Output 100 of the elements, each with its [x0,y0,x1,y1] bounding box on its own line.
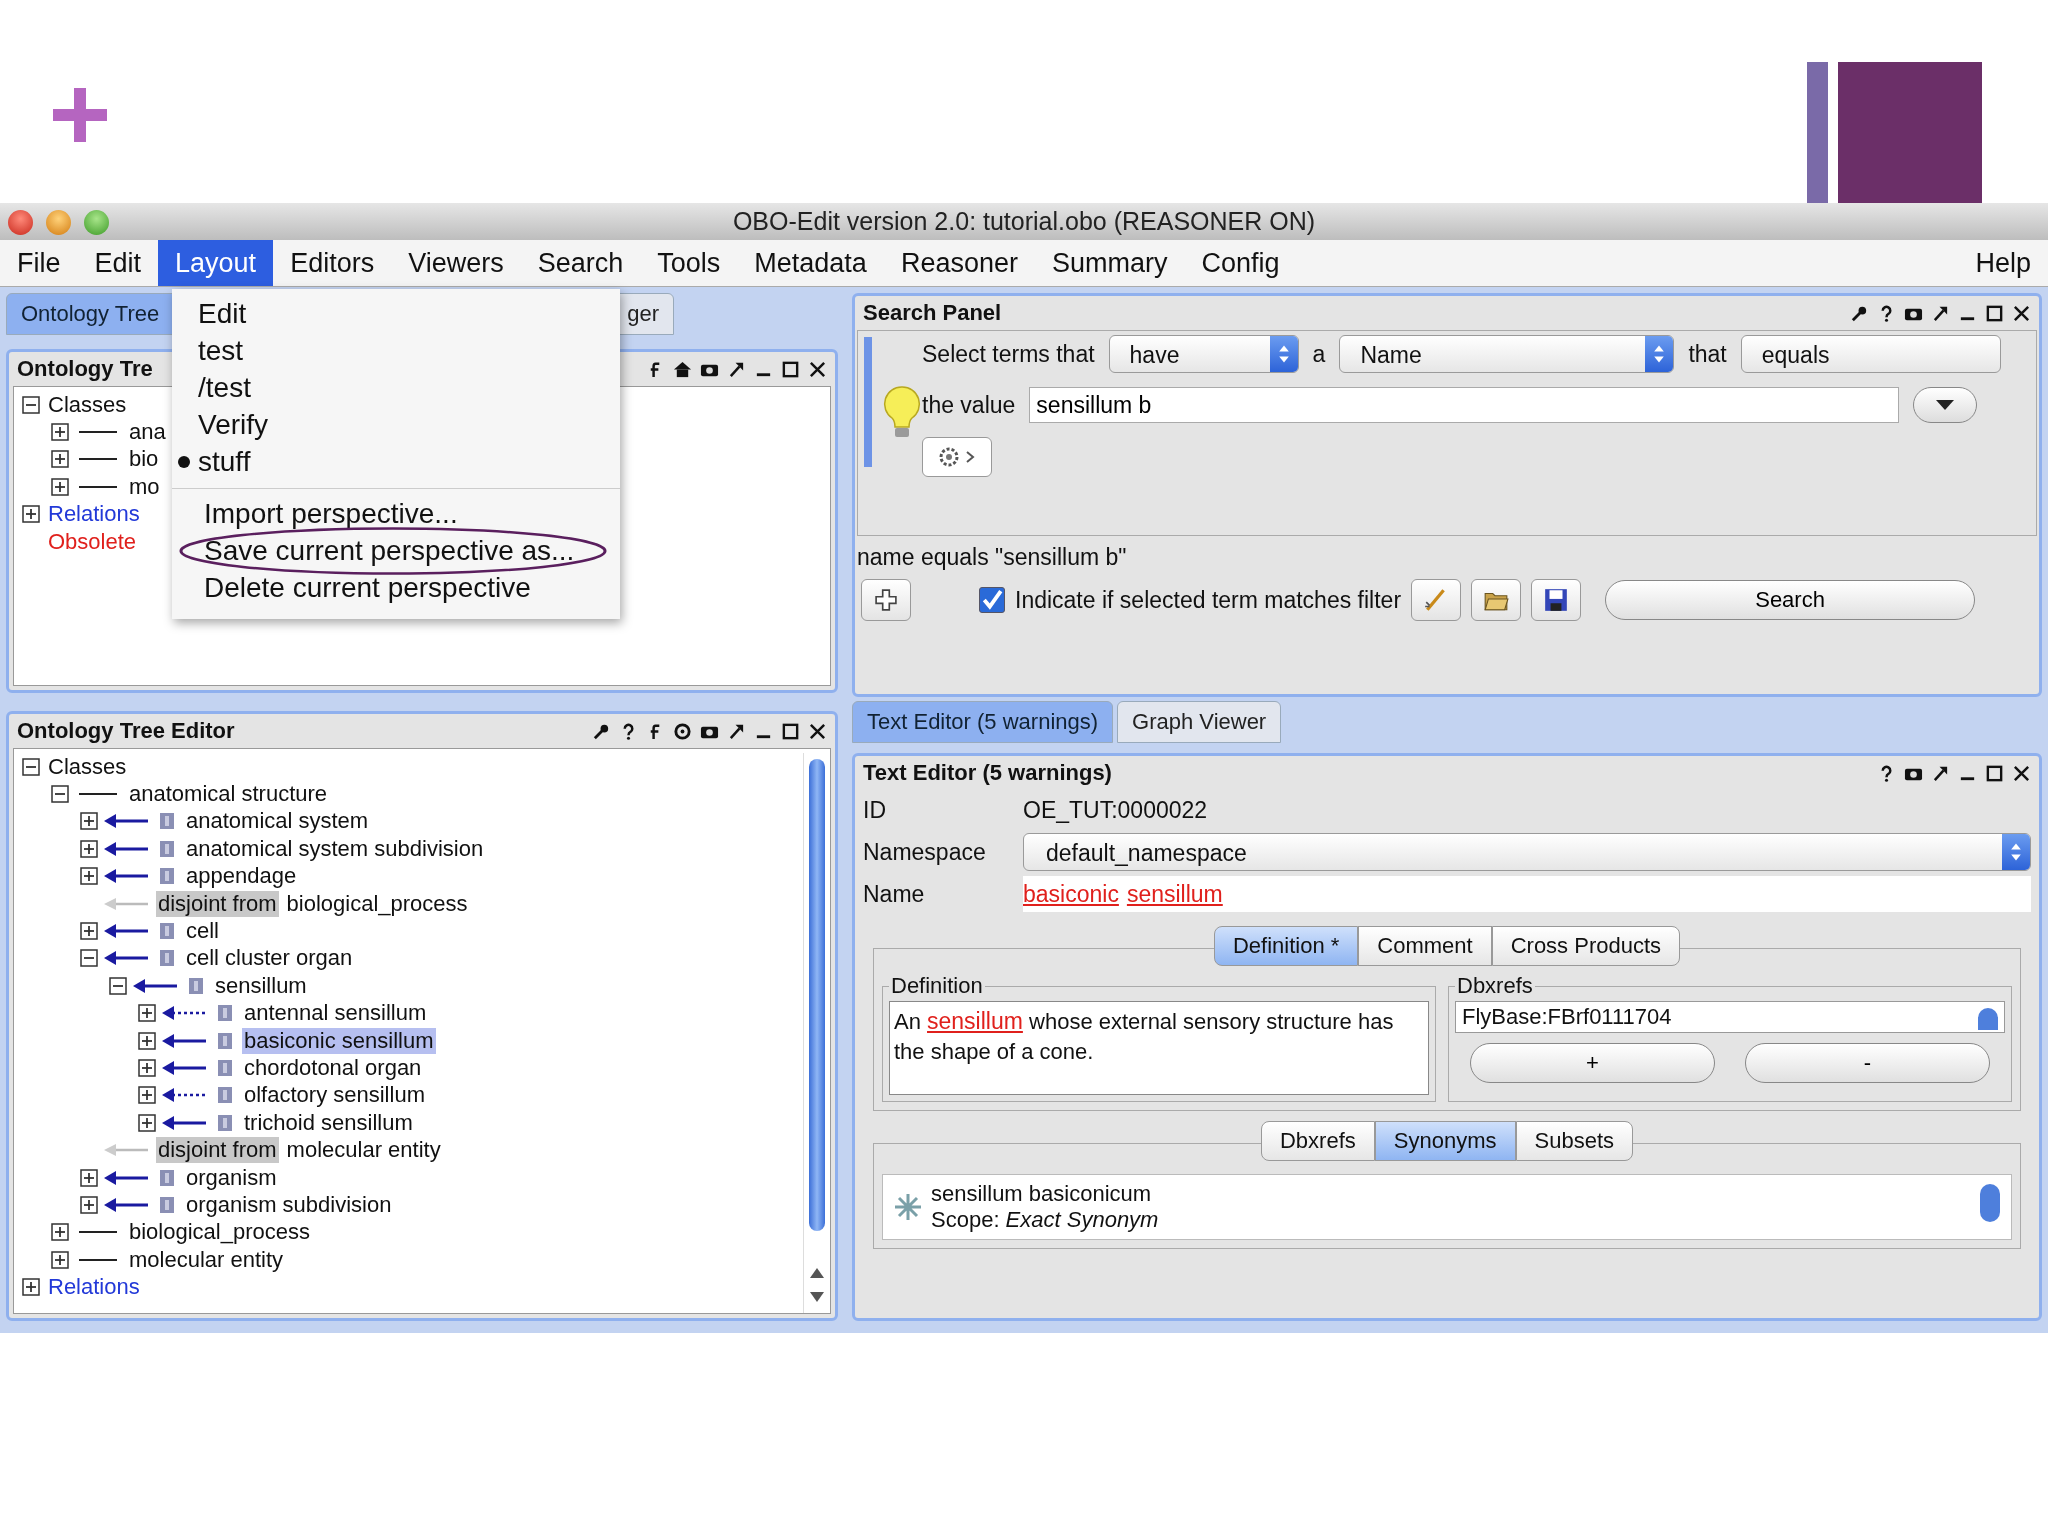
tree-node[interactable]: biological_process [127,1219,312,1246]
expand-toggle[interactable] [80,922,98,941]
menu-option[interactable]: stuff [198,445,251,478]
expand-toggle[interactable] [80,949,98,968]
expand-toggle[interactable] [51,1250,69,1269]
menu-option[interactable]: Delete current perspective [204,571,531,604]
tree-node[interactable]: olfactory sensillum [242,1082,427,1109]
expand-toggle[interactable] [138,1113,156,1132]
menu-option[interactable]: Import perspective... [204,497,458,530]
comparison-select[interactable]: equals [1740,335,2001,373]
name-field[interactable]: basiconic sensillum [1023,876,2031,912]
tree-node[interactable]: basiconic sensillum [242,1027,436,1054]
close-light[interactable] [8,210,33,235]
menu-item[interactable]: Search [520,240,641,286]
expand-toggle[interactable] [51,1223,69,1242]
tree-node[interactable]: molecular entity [284,1137,443,1164]
expand-toggle[interactable] [51,423,69,442]
tab[interactable]: Comment [1358,926,1492,966]
tab[interactable]: Cross Products [1491,926,1681,966]
maximize-icon[interactable] [781,721,800,741]
tab[interactable]: Graph Viewer [1117,701,1282,743]
field-select[interactable]: Name [1339,335,1675,373]
expand-toggle[interactable] [22,505,40,524]
expand-toggle[interactable] [80,867,98,886]
maximize-icon[interactable] [781,359,800,379]
options-button[interactable] [922,437,992,477]
expand-toggle[interactable] [80,812,98,831]
folder-button[interactable] [1471,579,1522,621]
expand-toggle[interactable] [138,1086,156,1105]
menu-item[interactable]: Reasoner [883,240,1035,286]
expand-toggle[interactable] [22,1278,40,1297]
tree-node[interactable]: Classes [46,391,129,418]
tree-node[interactable]: Classes [46,753,129,780]
tree-node[interactable]: biological_process [284,890,470,917]
expand-toggle[interactable] [22,395,40,414]
tree-node[interactable]: sensillum [213,972,309,999]
menu-item[interactable]: Help [1958,240,2048,286]
save-button[interactable] [1531,579,1582,621]
home-icon[interactable] [673,359,692,379]
tree-node[interactable]: cell [184,918,221,945]
scroll-thumb[interactable] [809,759,825,1231]
tree-node[interactable]: trichoid sensillum [242,1109,415,1136]
tree-node[interactable]: ana [127,419,168,446]
menu-option[interactable]: Edit [198,297,247,330]
expand-toggle[interactable] [138,1004,156,1023]
tree-node[interactable]: Obsolete [46,528,139,555]
tab[interactable]: Subsets [1515,1121,1633,1161]
menu-option[interactable]: Verify [198,408,269,441]
tab[interactable]: Synonyms [1374,1121,1516,1161]
scroll-thumb[interactable] [1978,1008,1998,1030]
definition-field[interactable]: An sensillum whose external sensory structure has the shape of a cone. [889,1001,1429,1095]
namespace-select[interactable]: default_namespace [1023,833,2031,871]
menu-option[interactable]: /test [198,371,251,404]
close-icon[interactable] [2012,763,2031,783]
expand-toggle[interactable] [22,757,40,776]
term-link[interactable]: sensillum [1126,880,1223,908]
expand-toggle[interactable] [138,1059,156,1077]
tree-node[interactable]: mo [127,473,162,500]
tree-node[interactable]: appendage [184,863,299,890]
tree-node[interactable]: anatomical system subdivision [184,835,486,862]
add-button[interactable]: + [1470,1043,1715,1083]
tree-node[interactable]: molecular entity [127,1246,286,1273]
dbxref-item[interactable]: FlyBase:FBrf0111704 [1462,1004,1672,1030]
tree-node[interactable]: Relations [46,1274,142,1301]
expand-toggle[interactable] [51,785,69,804]
scroll-down-icon[interactable] [809,1291,825,1303]
menu-item[interactable]: Viewers [391,240,521,286]
menu-item[interactable]: Metadata [737,240,884,286]
menu-item[interactable]: Edit [77,240,159,286]
term-link[interactable]: basiconic [1023,880,1119,908]
close-icon[interactable] [2012,303,2031,323]
tree-node[interactable]: anatomical structure [127,781,330,808]
value-field[interactable]: sensillum b [1029,387,1900,423]
tree-node[interactable]: organism subdivision [184,1191,394,1218]
scroll-thumb[interactable] [1980,1184,2000,1222]
tab[interactable]: Text Editor (5 warnings) [852,701,1114,743]
tree-node[interactable]: chordotonal organ [242,1055,424,1081]
maximize-icon[interactable] [1985,303,2004,323]
menu-option[interactable]: test [198,334,244,367]
menu-item[interactable]: Config [1184,240,1297,286]
remove-button[interactable]: - [1745,1043,1990,1083]
expand-toggle[interactable] [109,976,127,995]
wand-button[interactable] [1411,579,1462,621]
scroll-up-icon[interactable] [809,1267,825,1279]
expand-toggle[interactable] [80,1195,98,1214]
menu-item[interactable]: File [0,240,78,286]
expand-toggle[interactable] [51,450,69,469]
tree-node[interactable]: bio [127,446,161,473]
menu-item[interactable]: Summary [1034,240,1185,286]
close-icon[interactable] [808,359,827,379]
tree-node[interactable]: Relations [46,501,142,528]
expand-toggle[interactable] [80,1168,98,1187]
tab[interactable]: Dbxrefs [1261,1121,1375,1161]
checkbox[interactable] [979,587,1005,613]
quantifier-select[interactable]: have [1108,335,1299,373]
term-link[interactable]: sensillum [927,1008,1023,1034]
tree-node[interactable]: cell cluster organ [184,945,355,972]
globe-icon[interactable] [673,721,692,741]
tab[interactable]: Definition * [1213,926,1359,966]
tree-node[interactable]: antennal sensillum [242,1000,429,1027]
